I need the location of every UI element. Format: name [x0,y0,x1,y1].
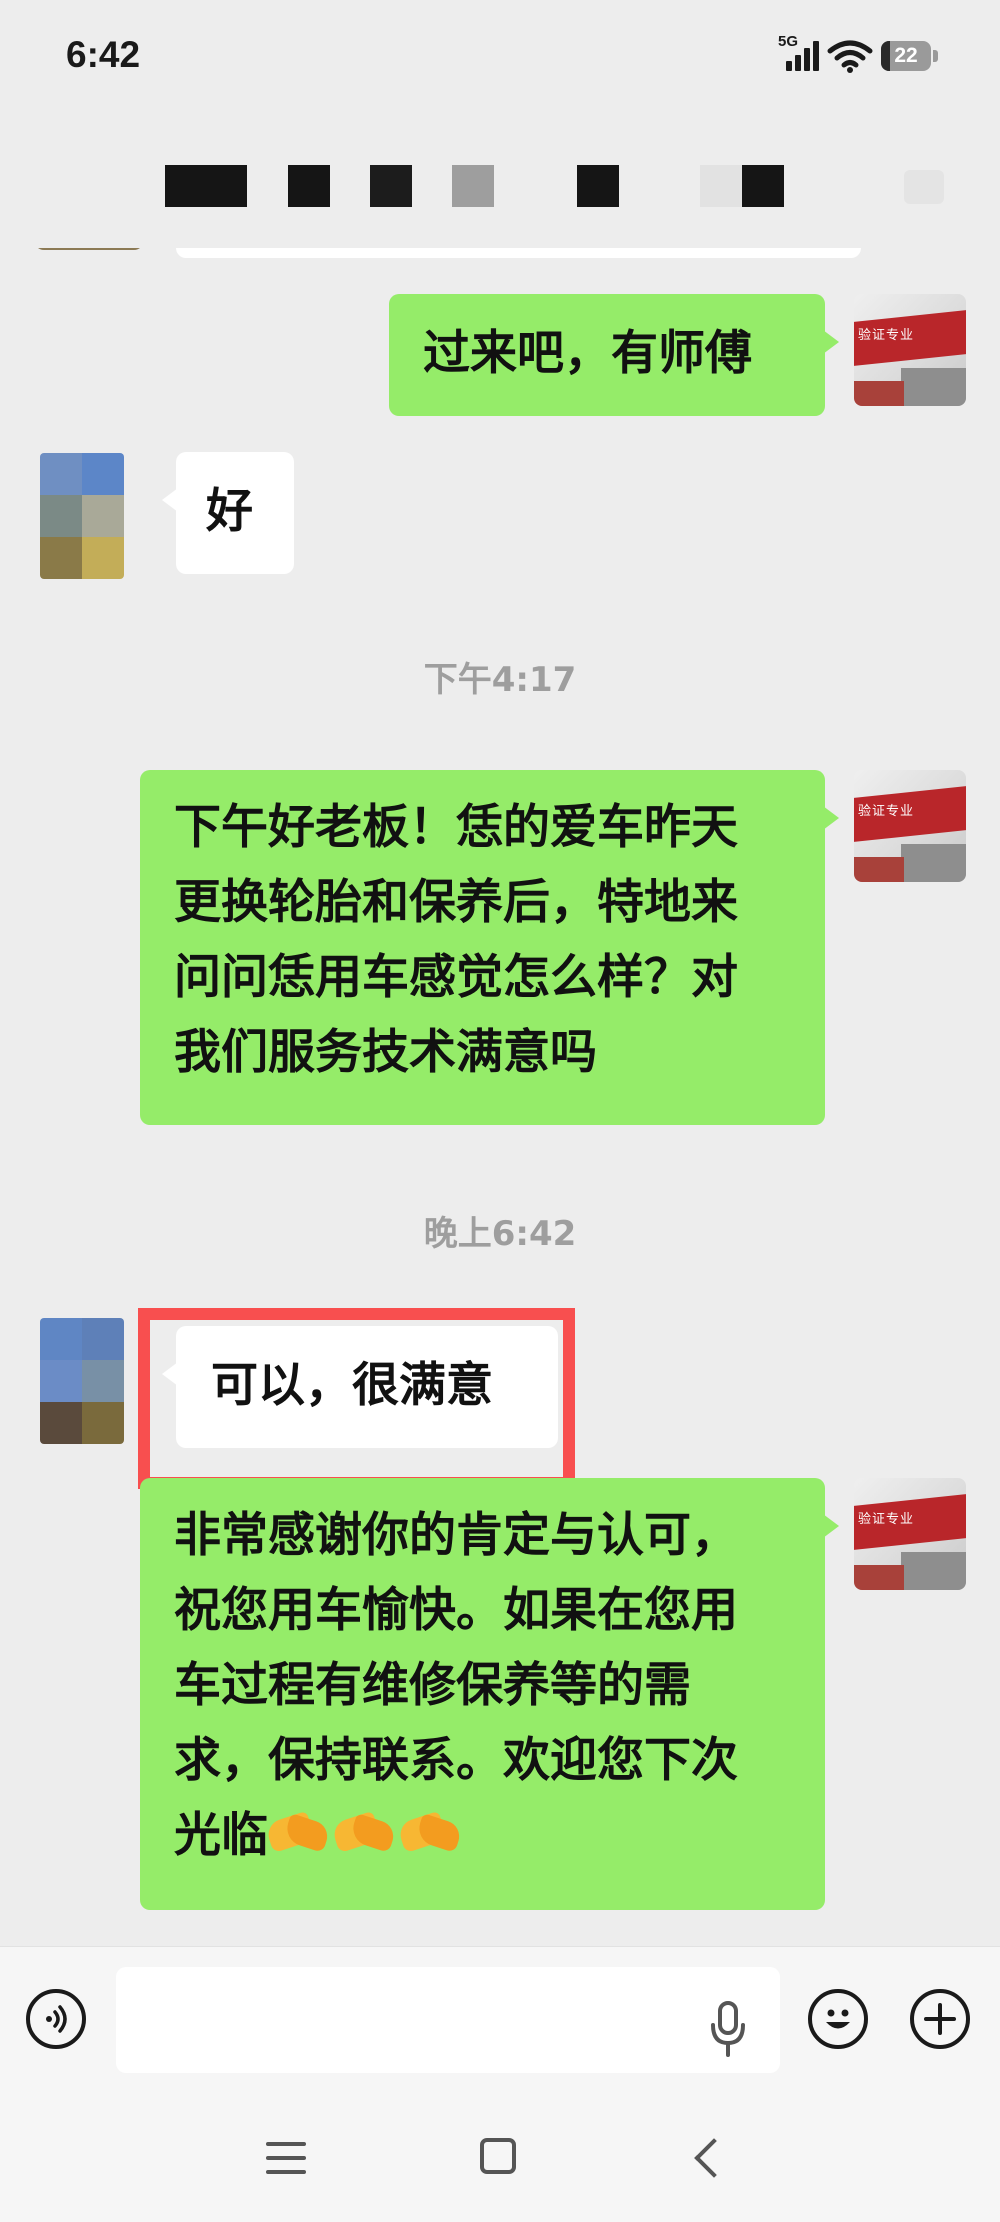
message-line: 光临 [174,1808,268,1863]
my-avatar[interactable]: 验证专业 [854,294,966,406]
plus-icon[interactable] [910,1989,970,2049]
status-bar: 6:42 5G 22 [0,0,1000,118]
message-input-bar [0,1946,1000,2087]
chat-header [0,118,1000,248]
message-bubble-mine[interactable]: 下午好老板！恁的爱车昨天 更换轮胎和保养后，特地来 问问恁用车感觉怎么样？对 我… [140,770,839,1125]
message-text: 可以，很满意 [211,1358,493,1413]
message-line: 非常感谢你的肯定与认可， [174,1508,738,1563]
timestamp: 下午4:17 [423,660,577,700]
battery-icon: 22 [881,41,931,71]
partial-bubble [176,248,861,258]
message-line: 下午好老板！恁的爱车昨天 [174,800,738,855]
message-line: 车过程有维修保养等的需 [174,1658,691,1713]
battery-level: 22 [894,44,918,67]
timestamp: 晚上6:42 [423,1214,577,1254]
message-line: 更换轮胎和保养后，特地来 [174,875,738,930]
more-options-icon[interactable] [904,170,944,204]
handshake-emoji-icon [396,1809,464,1857]
battery-cap [933,50,938,62]
wifi-icon [827,40,873,73]
recent-apps-icon[interactable] [266,2142,306,2174]
handshake-emoji-icon [264,1809,332,1857]
handshake-emoji-icon [330,1809,398,1857]
message-bubble-mine[interactable]: 非常感谢你的肯定与认可， 祝您用车愉快。如果在您用 车过程有维修保养等的需 求，… [140,1478,839,1910]
message-text: 过来吧，有师傅 [423,326,752,381]
chat-message-list[interactable]: 验证专业 过来吧，有师傅 好 下午4:17 验证专业 下午好老板！恁的爱车昨天 … [0,248,1000,1946]
home-icon[interactable] [480,2138,516,2174]
mic-icon[interactable] [708,2001,748,2057]
contact-avatar[interactable] [40,1318,124,1444]
partial-avatar [34,248,144,250]
network-type-label: 5G [778,33,799,50]
message-line: 我们服务技术满意吗 [174,1025,597,1080]
message-bubble-contact[interactable]: 可以，很满意 [162,1326,558,1448]
message-text: 好 [206,484,253,539]
message-line: 问问恁用车感觉怎么样？对 [174,950,738,1005]
cellular-signal-icon: 5G [778,33,819,71]
message-input[interactable] [116,1967,780,2073]
status-time: 6:42 [66,34,141,75]
my-avatar[interactable]: 验证专业 [854,1478,966,1590]
back-icon[interactable] [694,2138,734,2178]
message-bubble-mine[interactable]: 过来吧，有师傅 [389,294,839,416]
status-icons: 5G 22 [778,33,938,76]
message-line-with-emoji: 光临 [174,1798,825,1873]
message-line: 祝您用车愉快。如果在您用 [174,1583,738,1638]
message-line: 求，保持联系。欢迎您下次 [174,1733,738,1788]
my-avatar[interactable]: 验证专业 [854,770,966,882]
voice-icon[interactable] [26,1989,86,2049]
system-navigation-bar [0,2086,1000,2222]
chat-title-redacted [0,165,1000,209]
contact-avatar[interactable] [40,453,124,579]
message-bubble-contact[interactable]: 好 [162,452,294,574]
emoji-icon[interactable] [808,1989,868,2049]
